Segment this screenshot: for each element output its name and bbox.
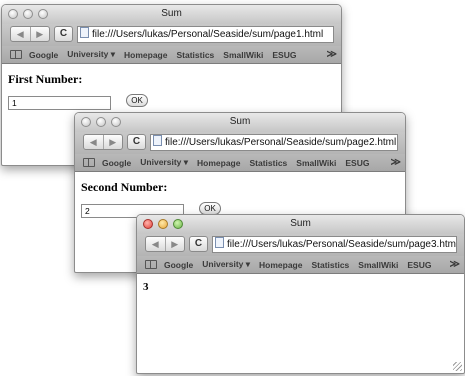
bookmarks-book-icon[interactable] (145, 260, 157, 269)
bookmark-esug[interactable]: ESUG (345, 158, 369, 168)
ok-button[interactable]: OK (126, 94, 148, 107)
browser-toolbar: ◀ ▶ C file:///Users/lukas/Personal/Seasi… (2, 24, 341, 46)
bookmark-smallwiki[interactable]: SmallWiki (223, 50, 263, 60)
address-text: file:///Users/lukas/Personal/Seaside/sum… (165, 137, 397, 148)
back-forward-buttons[interactable]: ◀ ▶ (145, 236, 185, 252)
title-bar[interactable]: Sum (75, 113, 405, 132)
title-bar[interactable]: Sum (2, 5, 341, 24)
back-forward-buttons[interactable]: ◀ ▶ (83, 134, 123, 150)
reload-icon[interactable]: C (189, 236, 208, 252)
first-number-label: First Number: (8, 72, 83, 86)
bookmark-university[interactable]: University ▾ (67, 49, 115, 60)
title-bar[interactable]: Sum (137, 215, 464, 234)
address-text: file:///Users/lukas/Personal/Seaside/sum… (227, 239, 457, 250)
bookmark-smallwiki[interactable]: SmallWiki (296, 158, 336, 168)
address-text: file:///Users/lukas/Personal/Seaside/sum… (92, 29, 324, 40)
forward-arrow-icon[interactable]: ▶ (164, 237, 185, 251)
window-title: Sum (229, 116, 251, 127)
address-bar[interactable]: file:///Users/lukas/Personal/Seaside/sum… (212, 236, 457, 253)
more-bookmarks-icon[interactable]: ≫ (327, 49, 337, 60)
browser-toolbar: ◀ ▶ C file:///Users/lukas/Personal/Seasi… (75, 132, 405, 154)
bookmark-homepage[interactable]: Homepage (259, 260, 302, 270)
second-number-label: Second Number: (81, 180, 168, 194)
bookmark-statistics[interactable]: Statistics (249, 158, 287, 168)
forward-arrow-icon[interactable]: ▶ (102, 135, 123, 149)
back-arrow-icon[interactable]: ◀ (11, 27, 30, 41)
resize-grip[interactable] (453, 362, 462, 371)
browser-window-page3[interactable]: Sum ◀ ▶ C file:///Users/lukas/Personal/S… (136, 214, 465, 374)
forward-arrow-icon[interactable]: ▶ (29, 27, 50, 41)
bookmark-homepage[interactable]: Homepage (197, 158, 240, 168)
bookmark-google[interactable]: Google (164, 260, 193, 270)
bookmark-smallwiki[interactable]: SmallWiki (358, 260, 398, 270)
address-bar[interactable]: file:///Users/lukas/Personal/Seaside/sum… (150, 134, 398, 151)
bookmarks-bar: Google University ▾ Homepage Statistics … (137, 256, 464, 274)
bookmark-esug[interactable]: ESUG (272, 50, 296, 60)
first-number-input[interactable]: 1 (8, 96, 111, 110)
address-bar[interactable]: file:///Users/lukas/Personal/Seaside/sum… (77, 26, 334, 43)
page-icon (215, 237, 224, 248)
bookmarks-book-icon[interactable] (83, 158, 95, 167)
bookmark-university[interactable]: University ▾ (202, 259, 250, 270)
back-arrow-icon[interactable]: ◀ (84, 135, 103, 149)
window-title: Sum (290, 218, 311, 229)
bookmarks-bar: Google University ▾ Homepage Statistics … (2, 46, 341, 64)
browser-toolbar: ◀ ▶ C file:///Users/lukas/Personal/Seasi… (137, 234, 464, 256)
bookmarks-book-icon[interactable] (10, 50, 22, 59)
bookmark-statistics[interactable]: Statistics (311, 260, 349, 270)
page-icon (153, 135, 162, 146)
reload-icon[interactable]: C (54, 26, 73, 42)
bookmark-university[interactable]: University ▾ (140, 157, 188, 168)
bookmark-google[interactable]: Google (102, 158, 131, 168)
reload-icon[interactable]: C (127, 134, 146, 150)
more-bookmarks-icon[interactable]: ≫ (391, 157, 401, 168)
back-forward-buttons[interactable]: ◀ ▶ (10, 26, 50, 42)
bookmark-google[interactable]: Google (29, 50, 58, 60)
more-bookmarks-icon[interactable]: ≫ (450, 259, 460, 270)
back-arrow-icon[interactable]: ◀ (146, 237, 165, 251)
page-icon (80, 27, 89, 38)
bookmark-homepage[interactable]: Homepage (124, 50, 167, 60)
window-title: Sum (161, 8, 182, 19)
bookmark-statistics[interactable]: Statistics (176, 50, 214, 60)
sum-result: 3 (143, 281, 149, 293)
bookmark-esug[interactable]: ESUG (407, 260, 431, 270)
bookmarks-bar: Google University ▾ Homepage Statistics … (75, 154, 405, 172)
